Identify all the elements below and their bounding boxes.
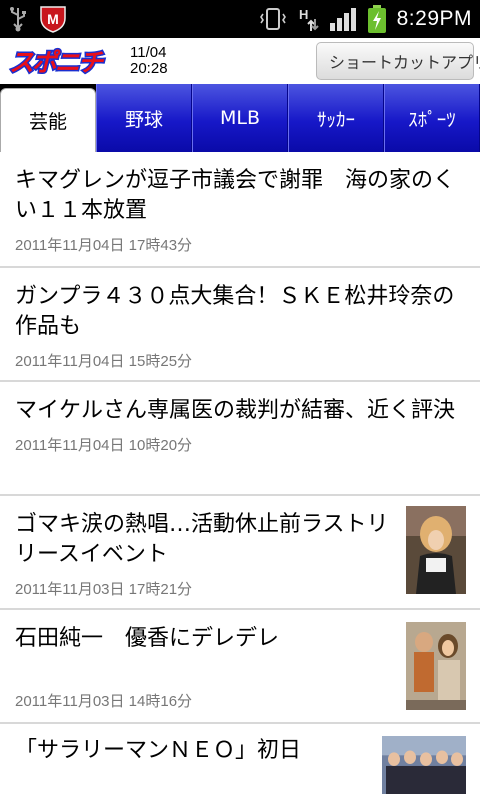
tab-geinou[interactable]: 芸能 (0, 88, 96, 152)
hspa-icon: H (299, 7, 319, 31)
list-item[interactable]: 石田純一 優香にデレデレ 2011年11月03日 14時16分 (0, 610, 480, 724)
article-title: ゴマキ涙の熱唱…活動休止前ラストリリースイベント (15, 512, 389, 567)
sponichi-logo[interactable]: スポニチ スポニチ (6, 45, 118, 78)
svg-text:H: H (299, 7, 308, 22)
article-title: ガンプラ４３０点大集合！ＳＫＥ松井玲奈の作品も (15, 284, 455, 339)
update-date: 11/04 (130, 44, 167, 61)
list-item[interactable]: ゴマキ涙の熱唱…活動休止前ラストリリースイベント 2011年11月03日 17時… (0, 496, 480, 610)
usb-icon (10, 7, 26, 32)
tab-yakyu[interactable]: 野球 (96, 84, 192, 152)
article-date: 2011年11月04日 17時43分 (15, 237, 193, 254)
update-datetime: 11/04 20:28 (130, 45, 168, 77)
list-item[interactable]: ガンプラ４３０点大集合！ＳＫＥ松井玲奈の作品も 2011年11月04日 15時2… (0, 268, 480, 382)
article-list: キマグレンが逗子市議会で謝罪 海の家のくい１１本放置 2011年11月04日 1… (0, 152, 480, 794)
article-date: 2011年11月03日 17時21分 (15, 581, 193, 598)
article-date: 2011年11月04日 10時20分 (15, 437, 193, 454)
article-thumbnail (382, 736, 466, 794)
battery-icon (367, 5, 386, 33)
article-date: 2011年11月04日 15時25分 (15, 353, 193, 370)
list-item[interactable]: マイケルさん専属医の裁判が結審、近く評決 2011年11月04日 10時20分 (0, 382, 480, 496)
update-time: 20:28 (130, 60, 168, 77)
svg-text:スポニチ: スポニチ (9, 48, 105, 77)
tab-mlb[interactable]: MLB (192, 84, 288, 152)
article-title: 石田純一 優香にデレデレ (15, 626, 280, 651)
article-title: マイケルさん専属医の裁判が結審、近く評決 (15, 398, 456, 423)
article-title: 「サラリーマンＮＥＯ」初日 (15, 738, 302, 763)
tab-sports[interactable]: ｽﾎﾟｰﾂ (384, 84, 480, 152)
shortcut-app-button[interactable]: ショートカットアプリ (316, 42, 480, 80)
article-thumbnail (406, 506, 466, 594)
article-title: キマグレンが逗子市議会で謝罪 海の家のくい１１本放置 (15, 168, 456, 223)
list-item[interactable]: 「サラリーマンＮＥＯ」初日 (0, 724, 480, 794)
svg-text:M: M (47, 11, 59, 27)
status-time: 8:29PM (396, 7, 472, 30)
vibrate-icon (259, 8, 286, 30)
article-thumbnail (406, 622, 466, 710)
category-tabs: 芸能 野球 MLB ｻｯｶｰ ｽﾎﾟｰﾂ (0, 84, 480, 152)
list-item[interactable]: キマグレンが逗子市議会で謝罪 海の家のくい１１本放置 2011年11月04日 1… (0, 152, 480, 268)
signal-icon (329, 8, 356, 31)
tab-soccer[interactable]: ｻｯｶｰ (288, 84, 384, 152)
status-bar: M H 8:29PM (0, 0, 480, 38)
mcafee-icon: M (40, 6, 66, 33)
shortcut-app-label: ショートカットアプリ (329, 53, 480, 72)
app-header: スポニチ スポニチ 11/04 20:28 ショートカットアプリ (0, 38, 480, 84)
article-date: 2011年11月03日 14時16分 (15, 693, 193, 710)
